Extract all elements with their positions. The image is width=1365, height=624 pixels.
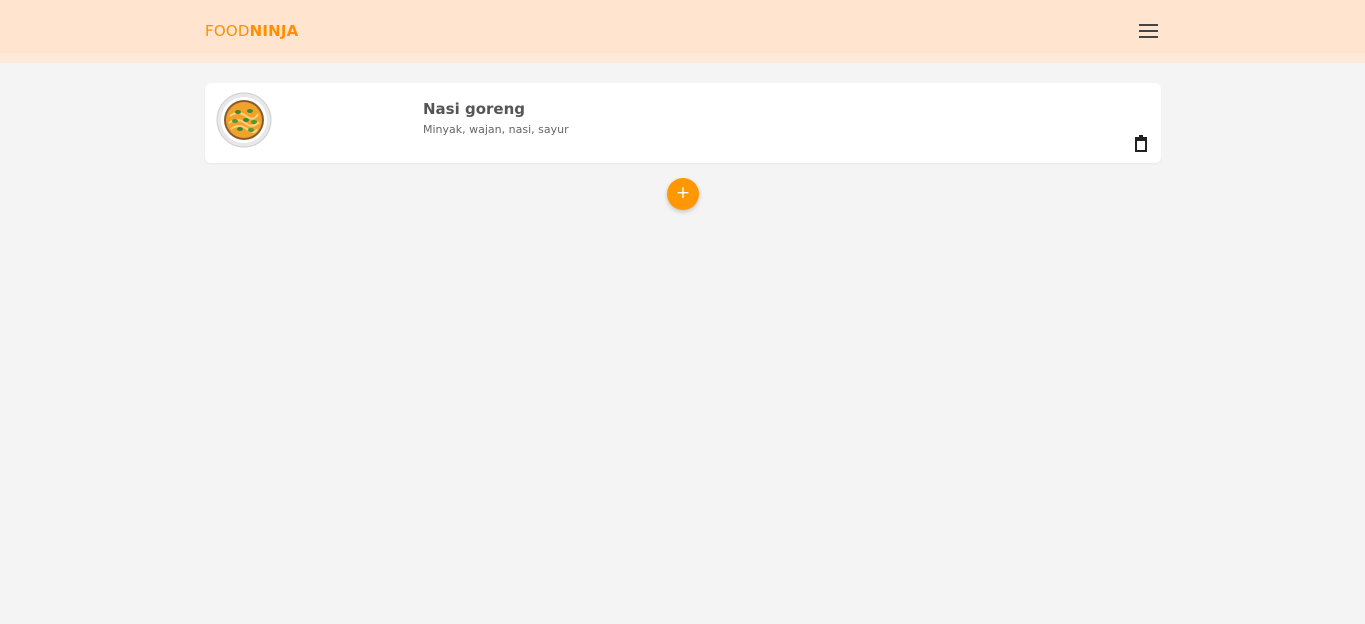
recipe-card: Nasi goreng Minyak, wajan, nasi, sayur [205, 83, 1161, 163]
recipe-ingredients: Minyak, wajan, nasi, sayur [423, 123, 569, 136]
navbar-shadow [0, 53, 1365, 63]
brand-logo[interactable]: FOODNINJA [205, 20, 298, 42]
noodle-bowl-icon [216, 92, 272, 148]
navbar: FOODNINJA [0, 0, 1365, 53]
brand-text-food: FOOD [205, 22, 250, 40]
hamburger-menu-icon[interactable] [1137, 20, 1161, 42]
recipe-title: Nasi goreng [423, 100, 525, 118]
trash-icon[interactable] [1133, 135, 1149, 153]
brand-text-ninja: NINJA [249, 22, 299, 40]
add-recipe-button[interactable]: + [667, 178, 699, 210]
